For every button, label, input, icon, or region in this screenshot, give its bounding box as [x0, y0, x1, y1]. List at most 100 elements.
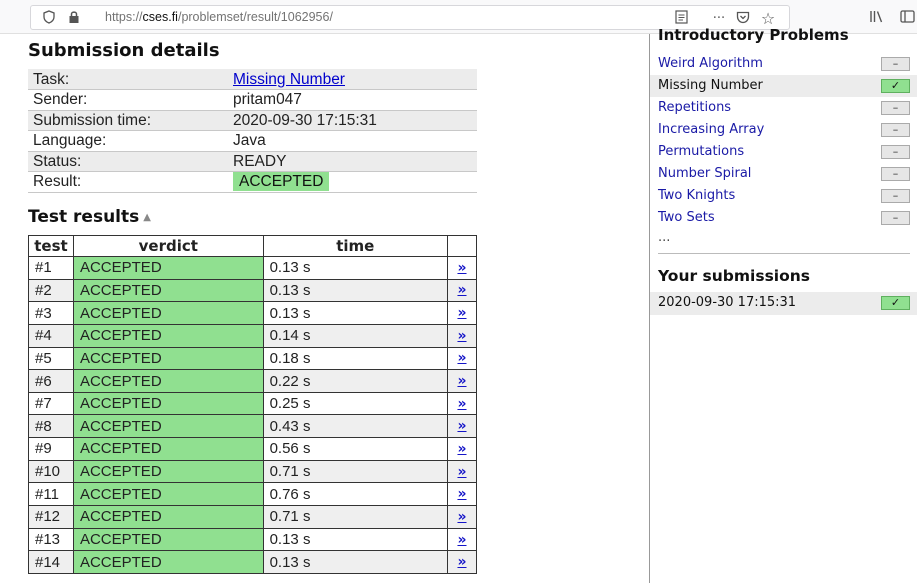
- result-row: #2 ACCEPTED 0.13 s »: [28, 278, 477, 303]
- time-cell: 0.43 s: [262, 414, 449, 439]
- problem-item[interactable]: Two Sets –: [650, 207, 917, 229]
- test-number: #2: [28, 278, 74, 303]
- details-value: Missing Number: [228, 69, 477, 90]
- url-path: /problemset/result/1062956/: [177, 10, 333, 24]
- test-number: #1: [28, 256, 74, 280]
- verdict-cell: ACCEPTED: [72, 437, 264, 461]
- shield-icon[interactable]: [39, 6, 59, 31]
- view-test-link[interactable]: »: [454, 260, 470, 276]
- view-test-link[interactable]: »: [454, 532, 470, 548]
- problem-item[interactable]: Repetitions –: [650, 97, 917, 119]
- unsolved-dash-icon: –: [881, 145, 910, 159]
- view-test-cell: »: [447, 550, 477, 574]
- verdict-cell: ACCEPTED: [72, 482, 264, 507]
- test-results-table: test verdict time #1 ACCEPTED 0.13 s» #2 ACC…: [28, 235, 477, 574]
- submission-time-link[interactable]: 2020-09-30 17:15:31: [658, 295, 796, 310]
- time-cell: 0.71 s: [262, 505, 449, 529]
- results-header-row: test verdict time: [28, 235, 477, 257]
- view-test-link[interactable]: »: [454, 373, 470, 389]
- problem-item[interactable]: Weird Algorithm –: [650, 53, 917, 75]
- view-test-cell: »: [447, 323, 477, 348]
- task-link[interactable]: Missing Number: [233, 71, 345, 88]
- test-number: #10: [28, 459, 74, 484]
- sidebar-toggle-icon[interactable]: [897, 5, 917, 30]
- url-text[interactable]: https://cses.fi/problemset/result/106295…: [105, 6, 333, 29]
- result-row: #14 ACCEPTED 0.13 s »: [28, 550, 477, 574]
- problem-item[interactable]: Number Spiral –: [650, 163, 917, 185]
- details-label: Language:: [28, 130, 228, 152]
- view-test-link[interactable]: »: [454, 328, 470, 344]
- time-cell: 0.22 s: [262, 369, 449, 393]
- time-cell: 0.56 s: [262, 437, 449, 461]
- verdict-cell: ACCEPTED: [72, 391, 264, 416]
- problem-name[interactable]: Two Knights: [658, 188, 735, 203]
- view-test-link[interactable]: »: [454, 350, 470, 366]
- unsolved-dash-icon: –: [881, 57, 910, 71]
- library-icon[interactable]: [866, 5, 886, 30]
- problem-name[interactable]: Two Sets: [658, 210, 715, 225]
- submission-status-check-icon: ✓: [881, 296, 910, 310]
- test-number: #5: [28, 346, 74, 371]
- problem-item[interactable]: Increasing Array –: [650, 119, 917, 141]
- view-test-link[interactable]: »: [454, 441, 470, 457]
- solved-check-icon: ✓: [881, 79, 910, 93]
- view-test-cell: »: [447, 459, 477, 484]
- test-number: #3: [28, 301, 74, 325]
- test-number: #12: [28, 505, 74, 529]
- verdict-cell: ACCEPTED: [72, 369, 264, 393]
- collapse-caret-icon[interactable]: ▲: [143, 212, 151, 223]
- view-test-cell: »: [447, 414, 477, 439]
- details-row-task: Task: Missing Number: [28, 69, 477, 90]
- problem-name[interactable]: Repetitions: [658, 100, 731, 115]
- result-row: #8 ACCEPTED 0.43 s »: [28, 414, 477, 439]
- problem-item[interactable]: Two Knights –: [650, 185, 917, 207]
- col-header-time: time: [262, 235, 449, 257]
- problem-name[interactable]: Permutations: [658, 144, 744, 159]
- sidebar-divider: [658, 253, 910, 254]
- view-test-link[interactable]: »: [454, 282, 470, 298]
- time-cell: 0.71 s: [262, 459, 449, 484]
- verdict-cell: ACCEPTED: [72, 256, 264, 280]
- details-row-language: Language: Java: [28, 130, 477, 152]
- col-header-test: test: [28, 235, 74, 257]
- view-test-link[interactable]: »: [454, 509, 470, 525]
- verdict-cell: ACCEPTED: [72, 505, 264, 529]
- time-cell: 0.13 s: [262, 256, 449, 280]
- details-row-result: Result: ACCEPTED: [28, 171, 477, 193]
- problem-name[interactable]: Increasing Array: [658, 122, 764, 137]
- verdict-cell: ACCEPTED: [72, 459, 264, 484]
- submission-item[interactable]: 2020-09-30 17:15:31 ✓: [650, 292, 917, 315]
- view-test-cell: »: [447, 256, 477, 280]
- test-results-title: Test results: [28, 207, 140, 227]
- view-test-cell: »: [447, 527, 477, 552]
- test-number: #13: [28, 527, 74, 552]
- verdict-cell: ACCEPTED: [72, 323, 264, 348]
- view-test-link[interactable]: »: [454, 396, 470, 412]
- result-row: #12 ACCEPTED 0.71 s »: [28, 505, 477, 529]
- lock-icon[interactable]: [65, 6, 83, 31]
- more-problems-ellipsis: ...: [658, 230, 671, 245]
- verdict-cell: ACCEPTED: [72, 414, 264, 439]
- verdict-cell: ACCEPTED: [72, 346, 264, 371]
- view-test-link[interactable]: »: [454, 486, 470, 502]
- url-prefix: https://: [105, 10, 143, 24]
- unsolved-dash-icon: –: [881, 123, 910, 137]
- sidebar: Introductory Problems Weird Algorithm – Mi…: [649, 26, 917, 583]
- unsolved-dash-icon: –: [881, 189, 910, 203]
- result-row: #1 ACCEPTED 0.13 s »: [28, 256, 477, 280]
- result-row: #5 ACCEPTED 0.18 s »: [28, 346, 477, 371]
- view-test-link[interactable]: »: [454, 418, 470, 434]
- view-test-cell: »: [447, 505, 477, 529]
- result-row: #13 ACCEPTED 0.13 s »: [28, 527, 477, 552]
- problem-name[interactable]: Weird Algorithm: [658, 56, 763, 71]
- view-test-link[interactable]: »: [454, 464, 470, 480]
- view-test-cell: »: [447, 391, 477, 416]
- problem-item[interactable]: Permutations –: [650, 141, 917, 163]
- view-test-link[interactable]: »: [454, 305, 470, 321]
- view-test-link[interactable]: »: [454, 554, 470, 570]
- problem-name[interactable]: Number Spiral: [658, 166, 751, 181]
- time-cell: 0.13 s: [262, 550, 449, 574]
- time-cell: 0.14 s: [262, 323, 449, 348]
- details-label: Task:: [28, 69, 228, 90]
- details-value: 2020-09-30 17:15:31: [228, 110, 477, 131]
